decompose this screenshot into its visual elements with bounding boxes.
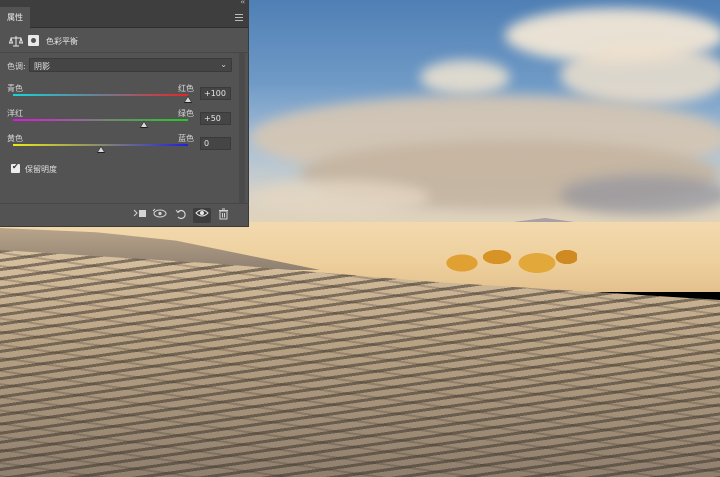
yellow-blue-slider-thumb[interactable]: [96, 146, 105, 153]
red-label: 红色: [178, 84, 194, 93]
cyan-red-value-field[interactable]: +100: [200, 87, 231, 100]
color-balance-icon: [8, 35, 24, 47]
magenta-green-value-field[interactable]: +50: [200, 112, 231, 125]
visibility-eye-icon[interactable]: [193, 208, 211, 223]
clip-to-layer-icon[interactable]: [131, 208, 149, 223]
toggle-previous-state-icon[interactable]: [151, 208, 169, 223]
tone-dropdown[interactable]: 阴影 ⌄: [29, 58, 232, 72]
panel-topbar: ‹‹: [0, 0, 248, 7]
cloud: [250, 180, 430, 215]
cloud: [420, 60, 510, 95]
checkmark-icon: ✔: [12, 162, 19, 171]
cyan-red-slider-track[interactable]: [13, 94, 188, 96]
layer-mask-icon[interactable]: [28, 35, 39, 46]
cloud: [560, 175, 720, 215]
panel-tab-row: 属性: [0, 7, 248, 28]
cloud: [560, 45, 720, 105]
collapse-panel-icon[interactable]: ‹‹: [240, 0, 245, 6]
panel-menu-icon[interactable]: [235, 14, 243, 21]
preserve-luminosity-checkbox[interactable]: ✔: [11, 162, 20, 173]
panel-footer: [0, 203, 249, 227]
chevron-down-icon: ⌄: [220, 60, 227, 69]
yellow-shrub: [442, 248, 577, 278]
tone-selected-value: 阴影: [34, 62, 50, 71]
magenta-green-slider-thumb[interactable]: [140, 121, 149, 128]
preserve-luminosity-label: 保留明度: [25, 165, 57, 174]
magenta-green-slider-track[interactable]: [13, 119, 188, 121]
yellow-label: 黄色: [7, 134, 23, 143]
yellow-blue-value-field[interactable]: 0: [200, 137, 231, 150]
blue-label: 蓝色: [178, 134, 194, 143]
cyan-red-slider-thumb[interactable]: [184, 96, 192, 103]
tone-label: 色调:: [7, 62, 26, 71]
cyan-label: 青色: [7, 84, 23, 93]
green-label: 绿色: [178, 109, 194, 118]
tab-properties[interactable]: 属性: [0, 7, 30, 28]
magenta-label: 洋红: [7, 109, 23, 118]
panel-scrollbar[interactable]: [239, 53, 245, 203]
reset-icon[interactable]: [172, 208, 190, 223]
properties-panel: ‹‹ 属性 色彩平衡 色调: 阴影 ⌄ 青色 红色 +100 洋红 绿色 +50…: [0, 0, 249, 227]
adjustment-header: 色彩平衡: [0, 29, 249, 53]
trash-icon[interactable]: [214, 208, 232, 223]
adjustment-title: 色彩平衡: [46, 37, 78, 46]
